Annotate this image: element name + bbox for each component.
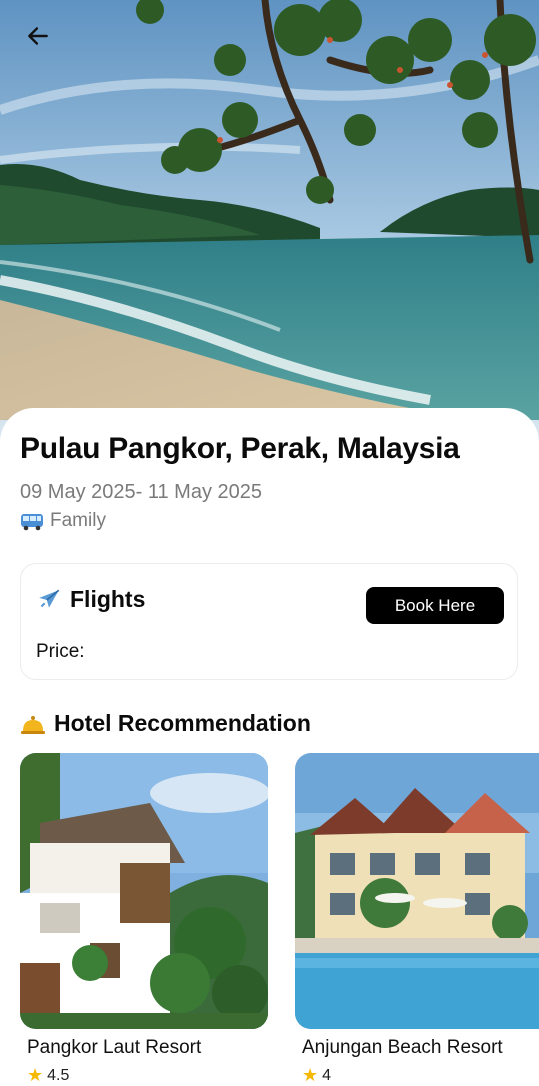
hotel-section-title: Hotel Recommendation [20, 710, 311, 737]
trip-title: Pulau Pangkor, Perak, Malaysia [20, 432, 460, 465]
bus-icon [21, 514, 43, 531]
hero-image [0, 0, 539, 440]
hotel-image[interactable] [295, 753, 539, 1029]
beach-photo [0, 0, 539, 440]
back-button[interactable] [18, 16, 58, 56]
trip-details-sheet: Pulau Pangkor, Perak, Malaysia 09 May 20… [0, 408, 539, 1086]
airplane-icon [39, 589, 60, 608]
flight-price-label: Price: [36, 641, 85, 662]
hotel-name: Anjungan Beach Resort [302, 1037, 503, 1058]
hotel-section-label: Hotel Recommendation [54, 710, 311, 736]
hotel-carousel[interactable]: Pangkor Laut Resort ★ 4.5 Anjungan Beach… [0, 753, 539, 1086]
hotel-image[interactable] [20, 753, 268, 1029]
bell-icon [21, 715, 45, 734]
hotel-name: Pangkor Laut Resort [27, 1037, 202, 1058]
traveler-type: Family [20, 510, 106, 532]
star-icon: ★ [302, 1065, 319, 1085]
hotel-rating: ★ 4.5 [27, 1065, 69, 1086]
hotel-card[interactable]: Pangkor Laut Resort ★ 4.5 [20, 753, 268, 1085]
rating-value: 4 [322, 1066, 332, 1084]
trip-dates: 09 May 2025- 11 May 2025 [20, 481, 263, 503]
flights-title: Flights [70, 586, 146, 612]
traveler-label: Family [50, 510, 106, 531]
hotel-card[interactable]: Anjungan Beach Resort ★ 4 [295, 753, 539, 1085]
book-flight-button[interactable]: Book Here [366, 587, 504, 624]
hotel-rating: ★ 4 [302, 1065, 331, 1086]
arrow-left-icon [28, 27, 48, 45]
flights-header: Flights [36, 586, 145, 613]
star-icon: ★ [27, 1065, 44, 1085]
rating-value: 4.5 [47, 1066, 70, 1084]
flights-card: Flights Book Here Price: [20, 563, 518, 680]
